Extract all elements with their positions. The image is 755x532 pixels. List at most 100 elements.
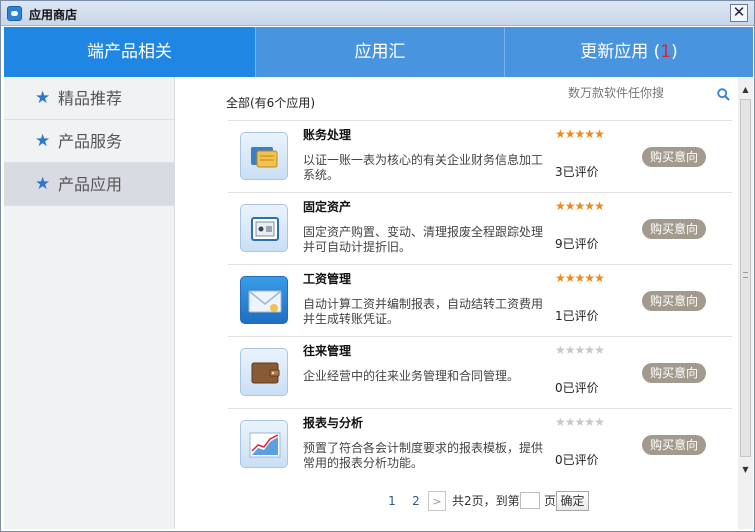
star-filled-icon: ★ <box>555 127 566 141</box>
star-filled-icon: ★ <box>564 127 576 141</box>
app-description: 固定资产购置、变动、清理报废全程跟踪处理并可自动计提折旧。 <box>303 225 544 254</box>
star-empty-icon: ★ <box>574 343 586 357</box>
app-name[interactable]: 固定资产 <box>303 198 351 215</box>
badge-paren-close: ) <box>671 42 678 62</box>
rating-count: 0已评价 <box>555 451 599 468</box>
update-count-badge: 1 <box>660 42 672 62</box>
tab-label: 应用汇 <box>354 42 406 62</box>
star-empty-icon: ★ <box>584 343 595 357</box>
list-item: 往来管理 企业经营中的往来业务管理和合同管理。 ★★★★★ 0已评价 购买意向 <box>228 336 732 408</box>
rating-count: 1已评价 <box>555 307 599 324</box>
star-empty-icon: ★ <box>564 415 576 429</box>
close-button[interactable]: ✕ <box>730 4 748 22</box>
app-list: 账务处理 以证一账一表为核心的有关企业财务信息加工系统。 ★★★★★ 3已评价 … <box>228 120 732 480</box>
rating-suffix: 已评价 <box>562 309 599 323</box>
scroll-up-arrow-icon[interactable]: ▲ <box>738 82 753 97</box>
page-unit-text: 页 <box>543 494 556 508</box>
rating-count: 9已评价 <box>555 235 599 252</box>
app-description: 企业经营中的往来业务管理和合同管理。 <box>303 369 520 383</box>
star-empty-icon: ★ <box>564 343 576 357</box>
buy-intent-button[interactable]: 购买意向 <box>642 147 706 167</box>
list-item: 报表与分析 预置了符合各会计制度要求的报表模板，提供常用的报表分析功能。 ★★★… <box>228 408 732 480</box>
app-store-window: 应用商店 ✕ 端产品相关 应用汇 更新应用 (1) ★ 精品推荐 ★ 产品服务 … <box>0 0 755 532</box>
buy-intent-button[interactable]: 购买意向 <box>642 363 706 383</box>
buy-intent-button[interactable]: 购买意向 <box>642 219 706 239</box>
rating-stars: ★★★★★ <box>555 343 605 357</box>
rating-suffix: 已评价 <box>562 381 599 395</box>
rating-stars: ★★★★★ <box>555 199 605 213</box>
total-pages-text: 共2页，到第 <box>452 494 520 508</box>
page-link-1[interactable]: 1 <box>386 491 398 511</box>
next-page-button[interactable]: > <box>428 491 446 511</box>
buy-intent-button[interactable]: 购买意向 <box>642 435 706 455</box>
star-filled-icon: ★ <box>574 271 586 285</box>
star-filled-icon: ★ <box>584 127 595 141</box>
rating-suffix: 已评价 <box>562 237 599 251</box>
vertical-scrollbar[interactable]: ▲ ▼ <box>738 77 753 529</box>
tab-app-hub[interactable]: 应用汇 <box>255 27 504 77</box>
confirm-button[interactable]: 确定 <box>556 491 589 511</box>
app-name[interactable]: 账务处理 <box>303 126 351 143</box>
star-empty-icon: ★ <box>574 415 586 429</box>
sidebar-item-label: 精品推荐 <box>58 89 123 108</box>
star-filled-icon: ★ <box>555 199 566 213</box>
tab-products[interactable]: 端产品相关 <box>4 27 255 77</box>
buy-intent-button[interactable]: 购买意向 <box>642 291 706 311</box>
sidebar-item-label: 产品服务 <box>58 132 123 151</box>
scroll-thumb[interactable] <box>740 99 751 457</box>
tab-label: 端产品相关 <box>87 42 172 62</box>
star-filled-icon: ★ <box>564 199 576 213</box>
page-link-2[interactable]: 2 <box>410 491 422 511</box>
app-name[interactable]: 报表与分析 <box>303 414 363 431</box>
rating-suffix: 已评价 <box>562 165 599 179</box>
tab-label: 更新应用 <box>580 42 649 62</box>
sidebar-item-applications[interactable]: ★ 产品应用 <box>4 163 174 206</box>
tab-updates[interactable]: 更新应用 (1) <box>504 27 753 77</box>
safe-icon[interactable] <box>240 204 288 252</box>
app-count-label: 全部(有6个应用) <box>226 96 315 110</box>
rating-count: 3已评价 <box>555 163 599 180</box>
list-item: 账务处理 以证一账一表为核心的有关企业财务信息加工系统。 ★★★★★ 3已评价 … <box>228 120 732 192</box>
star-filled-icon: ★ <box>594 127 605 141</box>
star-filled-icon: ★ <box>594 199 605 213</box>
sidebar: ★ 精品推荐 ★ 产品服务 ★ 产品应用 <box>4 77 175 529</box>
search-input[interactable] <box>568 84 708 102</box>
star-empty-icon: ★ <box>594 343 605 357</box>
rating-suffix: 已评价 <box>562 453 599 467</box>
title-bar[interactable]: 应用商店 ✕ <box>1 1 754 26</box>
star-filled-icon: ★ <box>555 271 566 285</box>
sidebar-item-services[interactable]: ★ 产品服务 <box>4 120 174 163</box>
page-jump-input[interactable] <box>520 492 540 509</box>
search-icon[interactable] <box>717 88 730 101</box>
star-empty-icon: ★ <box>555 343 566 357</box>
app-name[interactable]: 工资管理 <box>303 270 351 287</box>
rating-count-value: 0 <box>555 453 563 467</box>
app-description: 自动计算工资并编制报表，自动结转工资费用并生成转账凭证。 <box>303 297 544 326</box>
window-title: 应用商店 <box>29 8 78 22</box>
star-filled-icon: ★ <box>584 199 595 213</box>
rating-count-value: 1 <box>555 309 563 323</box>
sidebar-item-featured[interactable]: ★ 精品推荐 <box>4 77 174 120</box>
app-store-icon <box>7 6 22 21</box>
star-filled-icon: ★ <box>584 271 595 285</box>
sidebar-item-label: 产品应用 <box>58 175 123 194</box>
rating-stars: ★★★★★ <box>555 127 605 141</box>
wallet-icon[interactable] <box>240 348 288 396</box>
rating-stars: ★★★★★ <box>555 415 605 429</box>
chart-report-icon[interactable] <box>240 420 288 468</box>
star-filled-icon: ★ <box>594 271 605 285</box>
scroll-grip-icon <box>743 272 748 278</box>
envelope-icon[interactable] <box>240 276 288 324</box>
ledger-icon[interactable] <box>240 132 288 180</box>
star-empty-icon: ★ <box>584 415 595 429</box>
scroll-down-arrow-icon[interactable]: ▼ <box>738 462 753 477</box>
rating-count-value: 9 <box>555 237 563 251</box>
rating-count-value: 0 <box>555 381 563 395</box>
star-filled-icon: ★ <box>564 271 576 285</box>
app-description: 预置了符合各会计制度要求的报表模板，提供常用的报表分析功能。 <box>303 441 544 470</box>
star-icon: ★ <box>35 174 51 194</box>
star-icon: ★ <box>35 131 51 151</box>
app-name[interactable]: 往来管理 <box>303 342 351 359</box>
category-tabs: 端产品相关 应用汇 更新应用 (1) <box>4 27 753 77</box>
list-item: 工资管理 自动计算工资并编制报表，自动结转工资费用并生成转账凭证。 ★★★★★ … <box>228 264 732 336</box>
